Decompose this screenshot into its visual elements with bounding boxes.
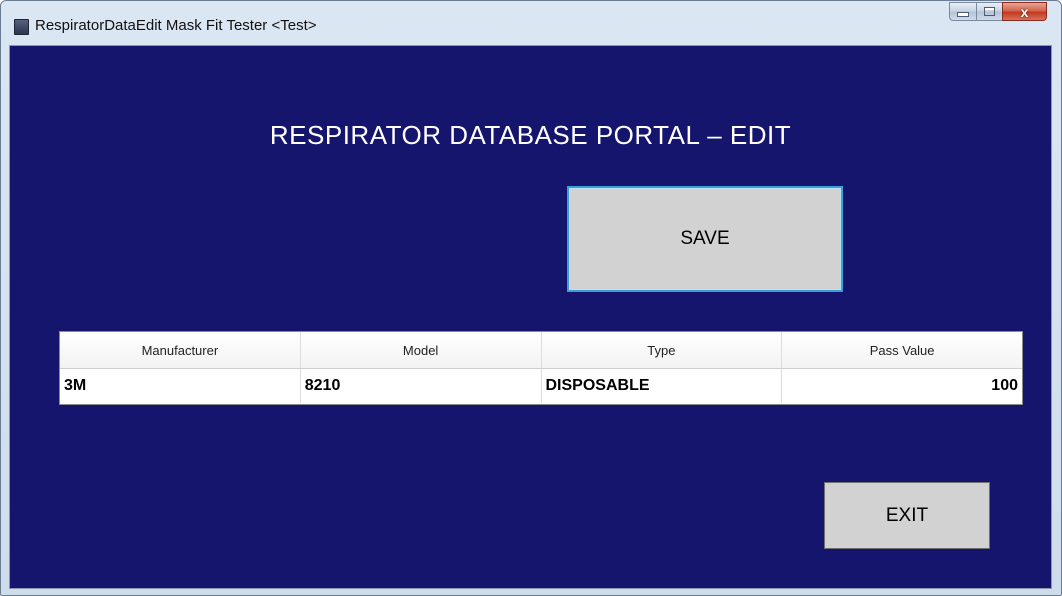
table-row[interactable]: 3M 8210 DISPOSABLE 100 — [60, 369, 1022, 403]
title-bar[interactable]: RespiratorDataEdit Mask Fit Tester <Test… — [1, 1, 1061, 45]
column-header-pass-value[interactable]: Pass Value — [782, 332, 1022, 368]
app-window-icon[interactable] — [14, 19, 29, 35]
cell-model[interactable]: 8210 — [301, 369, 542, 403]
column-header-model[interactable]: Model — [301, 332, 542, 368]
grid-header-row: Manufacturer Model Type Pass Value — [60, 332, 1022, 369]
cell-manufacturer[interactable]: 3M — [60, 369, 301, 403]
window-controls: x — [949, 2, 1047, 22]
column-header-manufacturer[interactable]: Manufacturer — [60, 332, 301, 368]
cell-type[interactable]: DISPOSABLE — [542, 369, 783, 403]
cell-pass-value[interactable]: 100 — [782, 369, 1022, 403]
page-title: RESPIRATOR DATABASE PORTAL – EDIT — [269, 120, 792, 150]
maximize-icon — [984, 7, 995, 16]
save-button-label: SAVE — [680, 228, 730, 249]
exit-button[interactable]: EXIT — [824, 482, 990, 549]
close-button[interactable]: x — [1002, 2, 1047, 21]
respirator-data-grid[interactable]: Manufacturer Model Type Pass Value 3M 82… — [59, 331, 1023, 405]
save-button[interactable]: SAVE — [567, 186, 843, 292]
minimize-icon — [957, 12, 969, 17]
close-icon: x — [1020, 3, 1029, 20]
minimize-button[interactable] — [949, 2, 976, 21]
maximize-button[interactable] — [976, 2, 1002, 21]
window-title: RespiratorDataEdit Mask Fit Tester <Test… — [35, 17, 317, 34]
column-header-type[interactable]: Type — [542, 332, 783, 368]
client-area: RESPIRATOR DATABASE PORTAL – EDIT SAVE M… — [9, 45, 1052, 589]
app-window: RespiratorDataEdit Mask Fit Tester <Test… — [0, 0, 1062, 596]
exit-button-label: EXIT — [885, 504, 929, 526]
